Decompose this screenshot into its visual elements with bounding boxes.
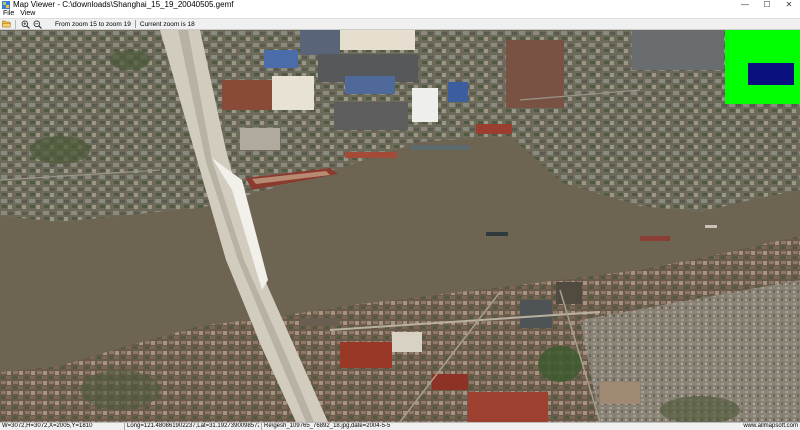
status-dimensions: W=3072,H=3072,X=2005,Y=1810 xyxy=(2,423,93,429)
status-separator xyxy=(261,423,262,430)
current-zoom-label: Current zoom is 18 xyxy=(139,20,195,28)
satellite-image xyxy=(0,30,800,422)
status-tile-file: Re\gesh_109765_76892_18.jpg,date=2004-5-… xyxy=(264,423,391,429)
map-canvas[interactable] xyxy=(0,30,800,422)
zoom-range-label: From zoom 15 to zoom 19 xyxy=(55,20,131,28)
close-button[interactable]: ✕ xyxy=(778,0,800,10)
minimap[interactable] xyxy=(725,30,800,104)
status-bar: W=3072,H=3072,X=2005,Y=1810 Long=121.480… xyxy=(0,422,800,430)
zoom-out-button[interactable] xyxy=(32,19,43,29)
window-title: Map Viewer - C:\downloads\Shanghai_15_19… xyxy=(13,0,234,9)
menu-file[interactable]: File xyxy=(0,10,17,18)
minimap-viewport[interactable] xyxy=(748,63,794,85)
zoom-out-icon xyxy=(33,20,42,29)
minimize-button[interactable]: — xyxy=(734,0,756,10)
status-separator xyxy=(124,423,125,430)
zoom-in-icon xyxy=(21,20,30,29)
toolbar-separator xyxy=(15,19,16,29)
title-bar: Map Viewer - C:\downloads\Shanghai_15_19… xyxy=(0,0,800,10)
toolbar-divider xyxy=(134,20,136,28)
menu-bar: File View xyxy=(0,10,800,18)
app-icon xyxy=(2,1,10,9)
status-credit: www.allmapsoft.com xyxy=(743,423,798,429)
status-coordinates: Long=121.480861902237,Lat=31.19273900985… xyxy=(127,423,259,429)
zoom-in-button[interactable] xyxy=(20,19,31,29)
menu-view[interactable]: View xyxy=(17,10,38,18)
open-folder-icon xyxy=(2,20,11,28)
maximize-button[interactable]: ☐ xyxy=(756,0,778,10)
open-button[interactable] xyxy=(1,19,12,29)
toolbar: From zoom 15 to zoom 19 Current zoom is … xyxy=(0,18,800,30)
